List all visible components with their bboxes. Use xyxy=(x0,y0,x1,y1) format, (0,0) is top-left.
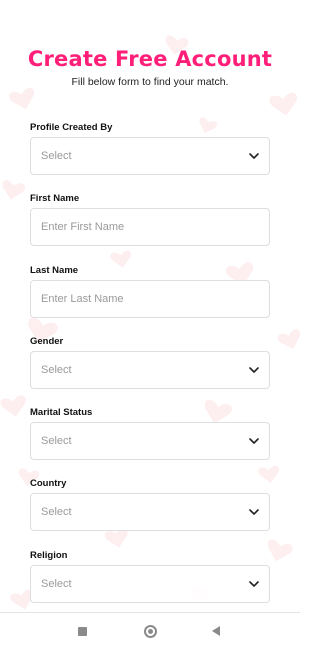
religion-select[interactable]: Select xyxy=(30,564,270,603)
select-value: Select xyxy=(41,435,72,448)
profile-created-by-label: Profile Created By xyxy=(30,122,113,133)
gender-label: Gender xyxy=(30,335,64,347)
create-account-screen: Create Free Account Fill below form to f… xyxy=(0,0,300,612)
country-select[interactable]: Select xyxy=(30,493,270,532)
first-name-label: First Name xyxy=(30,193,80,205)
home-button[interactable] xyxy=(142,623,158,639)
home-icon xyxy=(143,624,157,638)
marital-status-select[interactable]: Select xyxy=(30,422,270,461)
select-value: Select xyxy=(41,363,72,376)
select-value: Select xyxy=(41,506,72,519)
first-name-field: First Name xyxy=(30,191,270,262)
page-header: Create Free Account Fill below form to f… xyxy=(0,0,300,89)
page-subtitle: Fill below form to find your match. xyxy=(71,76,229,88)
country-label: Country xyxy=(30,478,67,490)
recent-apps-button[interactable] xyxy=(74,623,90,639)
marital-status-field: Marital Status Select xyxy=(30,405,270,476)
chevron-down-icon xyxy=(249,367,259,373)
gender-select[interactable]: Select xyxy=(30,350,270,389)
gender-field: Gender Select xyxy=(30,334,270,405)
back-button[interactable] xyxy=(208,623,224,639)
last-name-input[interactable] xyxy=(30,279,270,318)
religion-label: Religion xyxy=(30,549,68,561)
country-field: Country Select xyxy=(30,476,270,547)
chevron-down-icon xyxy=(249,509,259,516)
chevron-down-icon xyxy=(249,153,259,159)
profile-created-by-select[interactable]: Select xyxy=(30,137,270,175)
registration-form: Profile Created By Select First Name Las… xyxy=(30,120,270,619)
page-title: Create Free Account xyxy=(27,47,273,71)
chevron-down-icon xyxy=(249,580,259,587)
recent-apps-icon xyxy=(77,626,87,636)
select-value: Select xyxy=(41,150,72,162)
system-navigation-bar xyxy=(0,613,300,650)
profile-created-by-field: Profile Created By Select xyxy=(30,120,270,191)
last-name-label: Last Name xyxy=(30,264,79,276)
first-name-input[interactable] xyxy=(30,208,270,247)
back-icon xyxy=(212,626,220,636)
chevron-down-icon xyxy=(249,438,259,444)
select-value: Select xyxy=(41,577,72,590)
last-name-field: Last Name xyxy=(30,263,270,334)
marital-status-label: Marital Status xyxy=(30,407,93,419)
religion-field: Religion Select xyxy=(30,548,270,619)
